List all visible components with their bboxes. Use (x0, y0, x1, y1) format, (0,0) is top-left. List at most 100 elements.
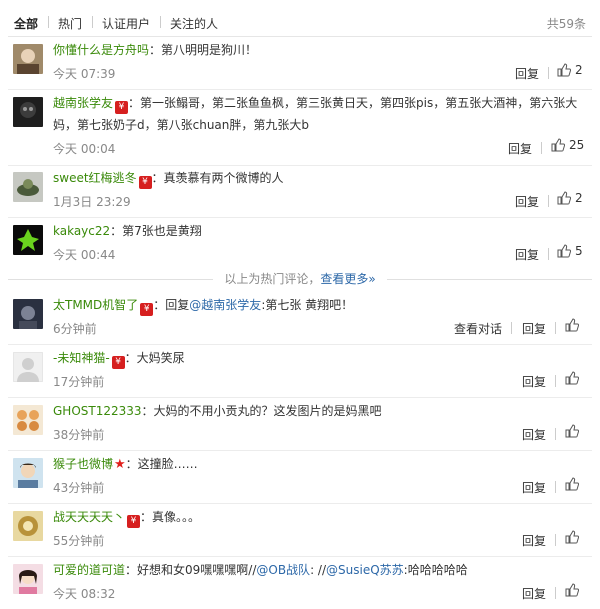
avatar[interactable] (13, 44, 43, 74)
comment-text: 可爱的道可道：好想和女09嘿嘿嘿啊//@OB战队: //@SusieQ苏苏:哈哈… (53, 559, 590, 581)
like-button[interactable] (565, 318, 579, 332)
reply-button[interactable]: 回复 (515, 65, 539, 82)
comment-time: 17分钟前 (53, 375, 105, 389)
reply-button[interactable]: 回复 (522, 373, 546, 390)
like-button[interactable] (565, 583, 579, 597)
like-count: 25 (569, 138, 585, 152)
reply-button[interactable]: 回复 (508, 140, 532, 157)
avatar[interactable] (13, 299, 43, 329)
reply-button[interactable]: 回复 (522, 320, 546, 337)
comment-time: 今天 00:04 (53, 142, 116, 156)
comment-text: kakayc22：第7张也是黄翔 (53, 220, 590, 242)
username-link[interactable]: sweet红梅逃冬 (53, 171, 137, 185)
like-button[interactable]: 2 (557, 63, 583, 77)
comment-time: 今天 08:32 (53, 587, 116, 601)
mention-link[interactable]: @越南张学友 (189, 298, 261, 312)
comment-time: 55分钟前 (53, 534, 105, 548)
avatar[interactable] (13, 225, 43, 255)
username-link[interactable]: 猴子也微博 (53, 457, 113, 471)
thumbs-up-icon (565, 318, 579, 332)
thumbs-up-icon (565, 424, 579, 438)
comment-divider (8, 217, 592, 218)
avatar[interactable] (13, 405, 43, 435)
thumbs-up-icon (565, 371, 579, 385)
username-link[interactable]: 可爱的道可道 (53, 563, 125, 577)
tab-following[interactable]: 关注的人 (170, 15, 218, 32)
avatar[interactable] (13, 352, 43, 382)
mention-link[interactable]: @OB战队 (256, 563, 310, 577)
reply-button[interactable]: 回复 (522, 479, 546, 496)
avatar[interactable] (13, 458, 43, 488)
comment-text: 战天天天天丶 ¥ ：真像。。。 (53, 506, 590, 528)
avatar[interactable] (13, 511, 43, 541)
comment-body: ：真像。。。 (140, 510, 201, 524)
username-link[interactable]: kakayc22 (53, 224, 110, 238)
username-link[interactable]: 你懂什么是方舟吗 (53, 43, 149, 57)
avatar[interactable] (13, 564, 43, 594)
action-divider (555, 587, 556, 599)
reply-button[interactable]: 回复 (515, 193, 539, 210)
action-divider (541, 142, 542, 154)
thumbs-up-icon (565, 477, 579, 491)
red-v-verified-badge-icon: ¥ (115, 101, 129, 114)
comment-divider (8, 503, 592, 504)
separator-line (8, 279, 213, 280)
view-conversation-button[interactable]: 查看对话 (454, 320, 502, 337)
comment-filter-tabs: 全部 热门 认证用户 关注的人 共59条 (0, 0, 600, 40)
like-button[interactable] (565, 530, 579, 544)
reply-button[interactable]: 回复 (522, 426, 546, 443)
avatar[interactable] (13, 172, 43, 202)
mention-link[interactable]: @SusieQ苏苏 (326, 563, 404, 577)
username-link[interactable]: 战天天天天丶 (53, 510, 125, 524)
tab-all[interactable]: 全部 (14, 15, 38, 32)
comment-body: ：第一张鳎哥，第二张鱼鱼枫，第三张黄日天，第四张pis，第五张大酒神，第六张大 (128, 96, 578, 110)
comment-divider (8, 397, 592, 398)
tab-hot[interactable]: 热门 (58, 15, 82, 32)
reply-button[interactable]: 回复 (522, 585, 546, 602)
avatar[interactable] (13, 97, 43, 127)
action-divider (555, 375, 556, 387)
comment-body: ：大妈笑尿 (124, 351, 185, 365)
like-button[interactable] (565, 424, 579, 438)
reply-button[interactable]: 回复 (522, 532, 546, 549)
like-button[interactable] (565, 477, 579, 491)
comment-reply-prefix: ：回复 (153, 298, 190, 312)
thumbs-up-icon (557, 191, 571, 205)
like-count: 2 (575, 191, 583, 205)
red-v-verified-badge-icon: ¥ (138, 176, 152, 189)
tab-divider (160, 16, 161, 28)
comment-body: ：第7张也是黄翔 (110, 224, 202, 238)
username-link[interactable]: 太TMMD机智了 (53, 298, 138, 312)
comment-text: 越南张学友 ¥ ：第一张鳎哥，第二张鱼鱼枫，第三张黄日天，第四张pis，第五张大酒神… (53, 92, 590, 136)
comment-body: ：这撞脸…… (125, 457, 198, 471)
like-button[interactable] (565, 371, 579, 385)
comment-text: 太TMMD机智了 ¥ ：回复@越南张学友:第七张 黄翔吧！ (53, 294, 590, 316)
reply-button[interactable]: 回复 (515, 246, 539, 263)
comment-body: ：第八明明是狗川！ (149, 43, 258, 57)
separator-line (387, 279, 592, 280)
username-link[interactable]: GHOST122333 (53, 404, 142, 418)
like-button[interactable]: 5 (557, 244, 583, 258)
username-link[interactable]: 越南张学友 (53, 96, 113, 110)
comment-body-line2: 妈，第七张奶子d，第八张chuan胖，第九张大b (53, 118, 310, 132)
like-button[interactable]: 2 (557, 191, 583, 205)
comment-divider (8, 89, 592, 90)
comment-time: 1月3日 23:29 (53, 195, 131, 209)
like-count: 2 (575, 63, 583, 77)
thumbs-up-icon (565, 530, 579, 544)
comment-text: 你懂什么是方舟吗：第八明明是狗川！ (53, 39, 590, 61)
comment-text: GHOST122333：大妈的不用小贡丸的？这发图片的是妈黑吧 (53, 400, 590, 422)
comment-text: -未知神猫- ¥ ：大妈笑尿 (53, 347, 590, 369)
star-verified-icon: ★ (114, 457, 126, 472)
red-v-verified-badge-icon: ¥ (127, 515, 141, 528)
comment-body: ：真羡慕有两个微博的人 (151, 171, 284, 185)
action-divider (555, 428, 556, 440)
red-v-verified-badge-icon: ¥ (140, 303, 154, 316)
comment-time: 今天 07:39 (53, 67, 116, 81)
comment-text: sweet红梅逃冬 ¥ ：真羡慕有两个微博的人 (53, 167, 590, 189)
tab-verified-users[interactable]: 认证用户 (102, 15, 150, 32)
like-button[interactable]: 25 (551, 138, 584, 152)
tab-divider (48, 16, 49, 28)
username-link[interactable]: -未知神猫- (53, 351, 110, 365)
view-more-link[interactable]: 查看更多» (320, 272, 375, 286)
